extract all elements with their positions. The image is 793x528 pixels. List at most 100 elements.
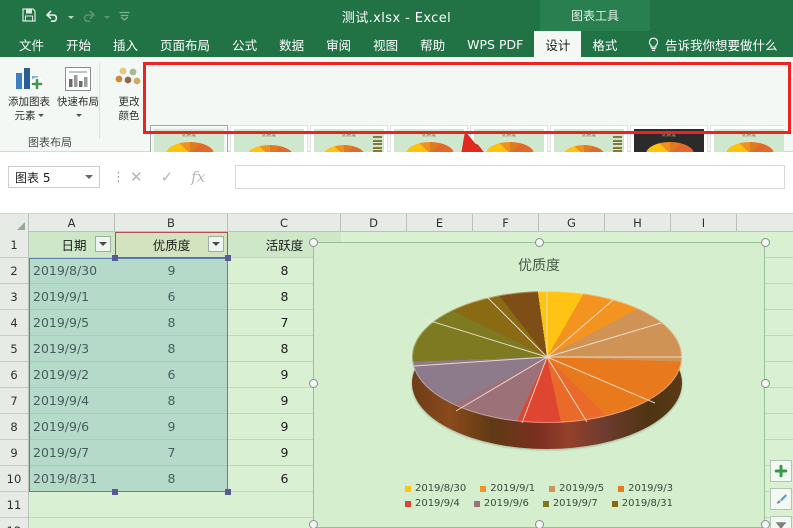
chart-styles-button[interactable] [770, 488, 792, 510]
cell-quality[interactable]: 8 [115, 466, 228, 491]
chart-elements-button[interactable] [770, 460, 792, 482]
select-all-button[interactable] [0, 214, 29, 232]
tell-me-box[interactable]: 告诉我你想要做什么 [647, 31, 778, 57]
cell-date[interactable]: 2019/9/2 [29, 362, 115, 387]
selection-handle-bottom[interactable] [112, 489, 118, 495]
formula-input[interactable] [235, 165, 785, 189]
selection-handle-bottom-right[interactable] [225, 489, 231, 495]
legend-label: 2019/8/31 [621, 498, 674, 509]
ribbon-tab-bar: 文件 开始 插入 页面布局 公式 数据 审阅 视图 帮助 WPS PDF 设计 格式 告诉我你想要做什… [0, 31, 793, 57]
cell-date[interactable]: 2019/9/5 [29, 310, 115, 335]
legend-swatch [473, 500, 480, 507]
tab-10[interactable]: 设计 [534, 31, 582, 57]
cell-date[interactable]: 2019/9/1 [29, 284, 115, 309]
legend-label: 2019/9/7 [552, 498, 598, 509]
chart-handle-se[interactable] [761, 520, 770, 528]
chart-handle-n[interactable] [535, 238, 544, 247]
add-chart-element-icon [14, 63, 44, 95]
funnel-icon [775, 522, 787, 528]
cell-quality[interactable]: 8 [115, 336, 228, 361]
row-header-2[interactable]: 2 [0, 258, 28, 284]
cell-quality[interactable]: 8 [115, 310, 228, 335]
cell-quality[interactable]: 8 [115, 388, 228, 413]
column-header-H[interactable]: H [605, 214, 671, 232]
filter-dropdown-button[interactable] [95, 236, 111, 252]
tab-4[interactable]: 公式 [221, 31, 268, 57]
tab-3[interactable]: 页面布局 [149, 31, 221, 57]
row-header-1[interactable]: 1 [0, 232, 28, 258]
chart-handle-sw[interactable] [309, 520, 318, 528]
column-header-C[interactable]: C [228, 214, 341, 232]
tab-0[interactable]: 文件 [8, 31, 55, 57]
row-header-10[interactable]: 10 [0, 466, 28, 492]
row-header-12[interactable]: 12 [0, 518, 28, 528]
column-header-D[interactable]: D [341, 214, 407, 232]
column-header-E[interactable]: E [407, 214, 473, 232]
cell-quality[interactable]: 9 [115, 258, 228, 283]
column-header-I[interactable]: I [671, 214, 737, 232]
change-colors-button[interactable]: 更改 颜色 [103, 63, 155, 125]
column-header-G[interactable]: G [539, 214, 605, 232]
change-colors-label-2: 颜色 [118, 109, 140, 122]
column-header-B[interactable]: B [115, 214, 228, 232]
change-colors-icon [114, 63, 144, 95]
name-box[interactable]: 图表 5 [8, 166, 100, 188]
quick-layout-button[interactable]: 快速布局 [52, 63, 104, 125]
formula-bar: 图表 5 ⋮ ✕ ✓ fx [0, 152, 793, 214]
tab-9[interactable]: WPS PDF [456, 31, 534, 57]
cell-date[interactable]: 2019/8/31 [29, 466, 115, 491]
table-header-label: 优质度 [152, 238, 191, 253]
chart-object[interactable]: 优质度 2019/8/30 2019/9/1 2019/9/5 2019/9/3… [309, 238, 770, 528]
column-header-F[interactable]: F [473, 214, 539, 232]
thumb-title: 优质度 [501, 133, 517, 138]
selection-handle-top[interactable] [112, 255, 118, 261]
cell-quality[interactable]: 7 [115, 440, 228, 465]
row-header-9[interactable]: 9 [0, 440, 28, 466]
row-header-4[interactable]: 4 [0, 310, 28, 336]
quick-layout-icon [63, 63, 93, 95]
tab-8[interactable]: 帮助 [409, 31, 456, 57]
legend-label: 2019/8/30 [414, 483, 467, 494]
row-header-5[interactable]: 5 [0, 336, 28, 362]
cell-date[interactable]: 2019/9/6 [29, 414, 115, 439]
chart-handle-e[interactable] [761, 379, 770, 388]
ribbon-group-label-chart-layout: 图表布局 [28, 136, 72, 149]
tab-7[interactable]: 视图 [362, 31, 409, 57]
name-box-chevron-down-icon[interactable] [85, 175, 93, 179]
chart-handle-w[interactable] [309, 379, 318, 388]
row-header-11[interactable]: 11 [0, 492, 28, 518]
chart-filters-button[interactable] [770, 516, 792, 528]
tab-6[interactable]: 审阅 [315, 31, 362, 57]
cell-quality[interactable]: 6 [115, 284, 228, 309]
table-header-label: 日期 [61, 238, 87, 253]
formula-bar-grip: ⋮ [112, 169, 125, 184]
table-header-cell[interactable]: 优质度 [115, 232, 228, 257]
cell-quality[interactable]: 6 [115, 362, 228, 387]
cell-date[interactable]: 2019/9/7 [29, 440, 115, 465]
chart-handle-ne[interactable] [761, 238, 770, 247]
confirm-icon[interactable]: ✓ [161, 168, 174, 186]
insert-function-icon[interactable]: fx [191, 168, 205, 186]
row-header-6[interactable]: 6 [0, 362, 28, 388]
tab-1[interactable]: 开始 [55, 31, 102, 57]
legend-swatch [404, 500, 411, 507]
tab-11[interactable]: 格式 [581, 31, 628, 57]
column-header-A[interactable]: A [29, 214, 115, 232]
cell-date[interactable]: 2019/8/30 [29, 258, 115, 283]
chart-handle-nw[interactable] [309, 238, 318, 247]
add-chart-element-button[interactable]: 添加图表 元素 [3, 63, 55, 125]
table-header-cell[interactable]: 日期 [29, 232, 115, 257]
cell-quality[interactable]: 9 [115, 414, 228, 439]
row-header-3[interactable]: 3 [0, 284, 28, 310]
tab-5[interactable]: 数据 [268, 31, 315, 57]
filter-dropdown-button[interactable] [208, 236, 224, 252]
row-header-8[interactable]: 8 [0, 414, 28, 440]
row-header-7[interactable]: 7 [0, 388, 28, 414]
tab-2[interactable]: 插入 [102, 31, 149, 57]
chart-handle-s[interactable] [535, 520, 544, 528]
cancel-icon[interactable]: ✕ [130, 168, 143, 186]
selection-handle-top-right[interactable] [225, 255, 231, 261]
cell-date[interactable]: 2019/9/4 [29, 388, 115, 413]
cell-date[interactable]: 2019/9/3 [29, 336, 115, 361]
pie-slice-dividers [413, 291, 682, 424]
